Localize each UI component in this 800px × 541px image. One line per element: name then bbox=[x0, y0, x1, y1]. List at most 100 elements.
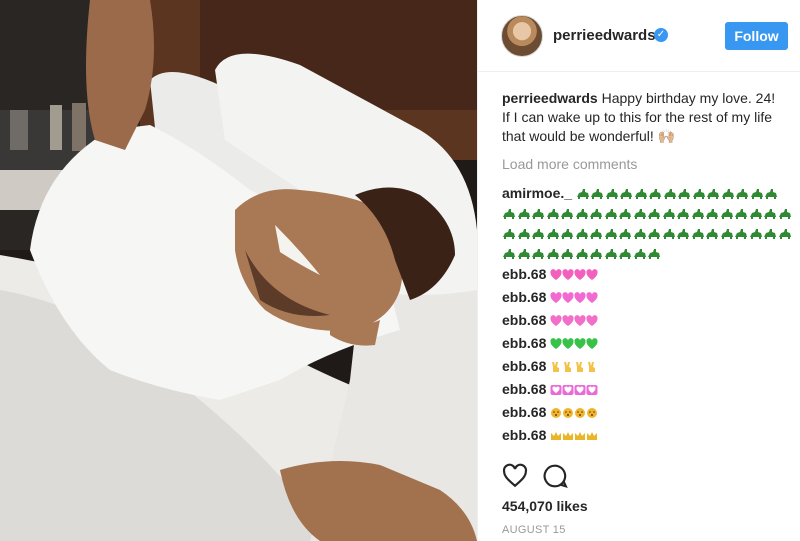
comment-row: ebb.68 bbox=[502, 309, 792, 332]
username[interactable]: perrieedwards bbox=[553, 27, 656, 44]
crown-icon bbox=[551, 432, 562, 440]
crocodile-icon bbox=[605, 189, 618, 199]
heart-decoration-icon bbox=[562, 385, 574, 395]
heart-sparkle-icon bbox=[586, 292, 598, 303]
crocodile-icon bbox=[532, 229, 544, 239]
heart-green-icon bbox=[550, 338, 562, 349]
crocodile-icon bbox=[720, 229, 733, 239]
comment-row: ebb.68 bbox=[502, 378, 792, 401]
crocodile-icon bbox=[590, 229, 602, 239]
comment-username[interactable]: ebb.68 bbox=[502, 312, 546, 328]
comment-emoji bbox=[550, 266, 598, 282]
comment-bubble-icon[interactable] bbox=[542, 463, 568, 489]
comment-row: ebb.68 bbox=[502, 263, 792, 286]
load-more-comments-link[interactable]: Load more comments bbox=[502, 155, 792, 174]
post-photo[interactable] bbox=[0, 0, 477, 541]
crocodile-icon bbox=[677, 229, 689, 239]
comment-emoji bbox=[550, 404, 598, 420]
comment-row: amirmoe._ bbox=[502, 183, 792, 263]
heart-stack-icon bbox=[586, 269, 598, 280]
victory-hand-icon bbox=[552, 362, 560, 372]
crocodile-icon bbox=[620, 189, 633, 199]
crocodile-icon bbox=[749, 209, 762, 219]
heart-decoration-icon bbox=[550, 385, 562, 395]
heart-outline-icon[interactable] bbox=[502, 463, 528, 489]
follow-button[interactable]: Follow bbox=[725, 22, 788, 50]
crocodile-icon bbox=[678, 189, 691, 199]
crocodile-icon bbox=[503, 209, 515, 219]
crocodile-icon bbox=[706, 229, 718, 239]
caption-username[interactable]: perrieedwards bbox=[502, 90, 598, 106]
crocodile-icon bbox=[750, 189, 763, 199]
heart-stack-icon bbox=[562, 269, 574, 280]
crocodile-icon bbox=[720, 209, 733, 219]
comment-username[interactable]: ebb.68 bbox=[502, 427, 546, 443]
crocodile-icon bbox=[575, 229, 588, 239]
crocodile-icon bbox=[764, 209, 776, 219]
comment-username[interactable]: amirmoe._ bbox=[502, 185, 572, 201]
crocodile-icon bbox=[590, 249, 602, 259]
crocodile-icon bbox=[619, 249, 631, 259]
heart-green-icon bbox=[574, 338, 586, 349]
crocodile-icon bbox=[736, 189, 749, 199]
kissing-face-icon bbox=[575, 408, 586, 418]
post-side-panel: perrieedwards ✓ Follow perrieedwards Hap… bbox=[477, 0, 800, 541]
crocodile-icon bbox=[604, 209, 617, 219]
crocodile-icon bbox=[575, 209, 588, 219]
verified-badge-icon: ✓ bbox=[654, 28, 668, 42]
crocodile-icon bbox=[735, 209, 747, 219]
caption: perrieedwards Happy birthday my love. 24… bbox=[502, 89, 784, 146]
crocodile-icon bbox=[590, 209, 602, 219]
crocodile-icon bbox=[691, 209, 704, 219]
heart-sparkle-icon bbox=[562, 292, 574, 303]
comment-username[interactable]: ebb.68 bbox=[502, 381, 546, 397]
likes-count[interactable]: 454,070 likes bbox=[502, 498, 588, 514]
comment-emoji bbox=[550, 358, 598, 374]
crocodile-icon bbox=[648, 229, 660, 239]
crocodile-icon bbox=[765, 189, 778, 199]
crocodile-icon bbox=[677, 209, 689, 219]
avatar[interactable] bbox=[501, 15, 543, 57]
crocodile-icon bbox=[691, 229, 704, 239]
heart-decoration-icon bbox=[586, 385, 598, 395]
crocodile-icon bbox=[503, 249, 515, 259]
comment-username[interactable]: ebb.68 bbox=[502, 266, 546, 282]
comment-emoji bbox=[550, 289, 598, 305]
heart-pink-icon bbox=[586, 315, 598, 326]
crocodile-icon bbox=[663, 189, 676, 199]
crocodile-icon bbox=[707, 189, 720, 199]
comment-row: ebb.68 bbox=[502, 355, 792, 378]
crocodile-icon bbox=[648, 249, 660, 259]
heart-sparkle-icon bbox=[574, 292, 586, 303]
heart-decoration-icon bbox=[574, 385, 586, 395]
heart-sparkle-icon bbox=[550, 292, 562, 303]
comment-username[interactable]: ebb.68 bbox=[502, 358, 546, 374]
comment-emoji bbox=[550, 312, 598, 328]
crocodile-icon bbox=[576, 189, 589, 199]
comment-emoji bbox=[550, 427, 598, 443]
crocodile-icon bbox=[735, 229, 747, 239]
comments-list: perrieedwards Happy birthday my love. 24… bbox=[502, 89, 792, 454]
crocodile-icon bbox=[662, 209, 675, 219]
comment-row: ebb.68 bbox=[502, 424, 792, 447]
crocodile-icon bbox=[692, 189, 705, 199]
crocodile-icon bbox=[619, 229, 631, 239]
crocodile-icon bbox=[721, 189, 734, 199]
crocodile-icon bbox=[517, 209, 530, 219]
comment-username[interactable]: ebb.68 bbox=[502, 289, 546, 305]
crown-icon bbox=[563, 432, 574, 440]
post-date: AUGUST 15 bbox=[502, 524, 566, 536]
crocodile-icon bbox=[649, 189, 662, 199]
crocodile-icon bbox=[706, 209, 718, 219]
crocodile-icon bbox=[634, 189, 647, 199]
kissing-face-icon bbox=[587, 408, 598, 418]
comment-username[interactable]: ebb.68 bbox=[502, 335, 546, 351]
crocodile-icon bbox=[546, 249, 559, 259]
heart-green-icon bbox=[586, 338, 598, 349]
post-header: perrieedwards ✓ Follow bbox=[478, 0, 800, 72]
crocodile-icon bbox=[532, 209, 544, 219]
victory-hand-icon bbox=[576, 362, 584, 372]
comment-row: ebb.68 bbox=[502, 401, 792, 424]
comment-username[interactable]: ebb.68 bbox=[502, 404, 546, 420]
heart-stack-icon bbox=[550, 269, 562, 280]
